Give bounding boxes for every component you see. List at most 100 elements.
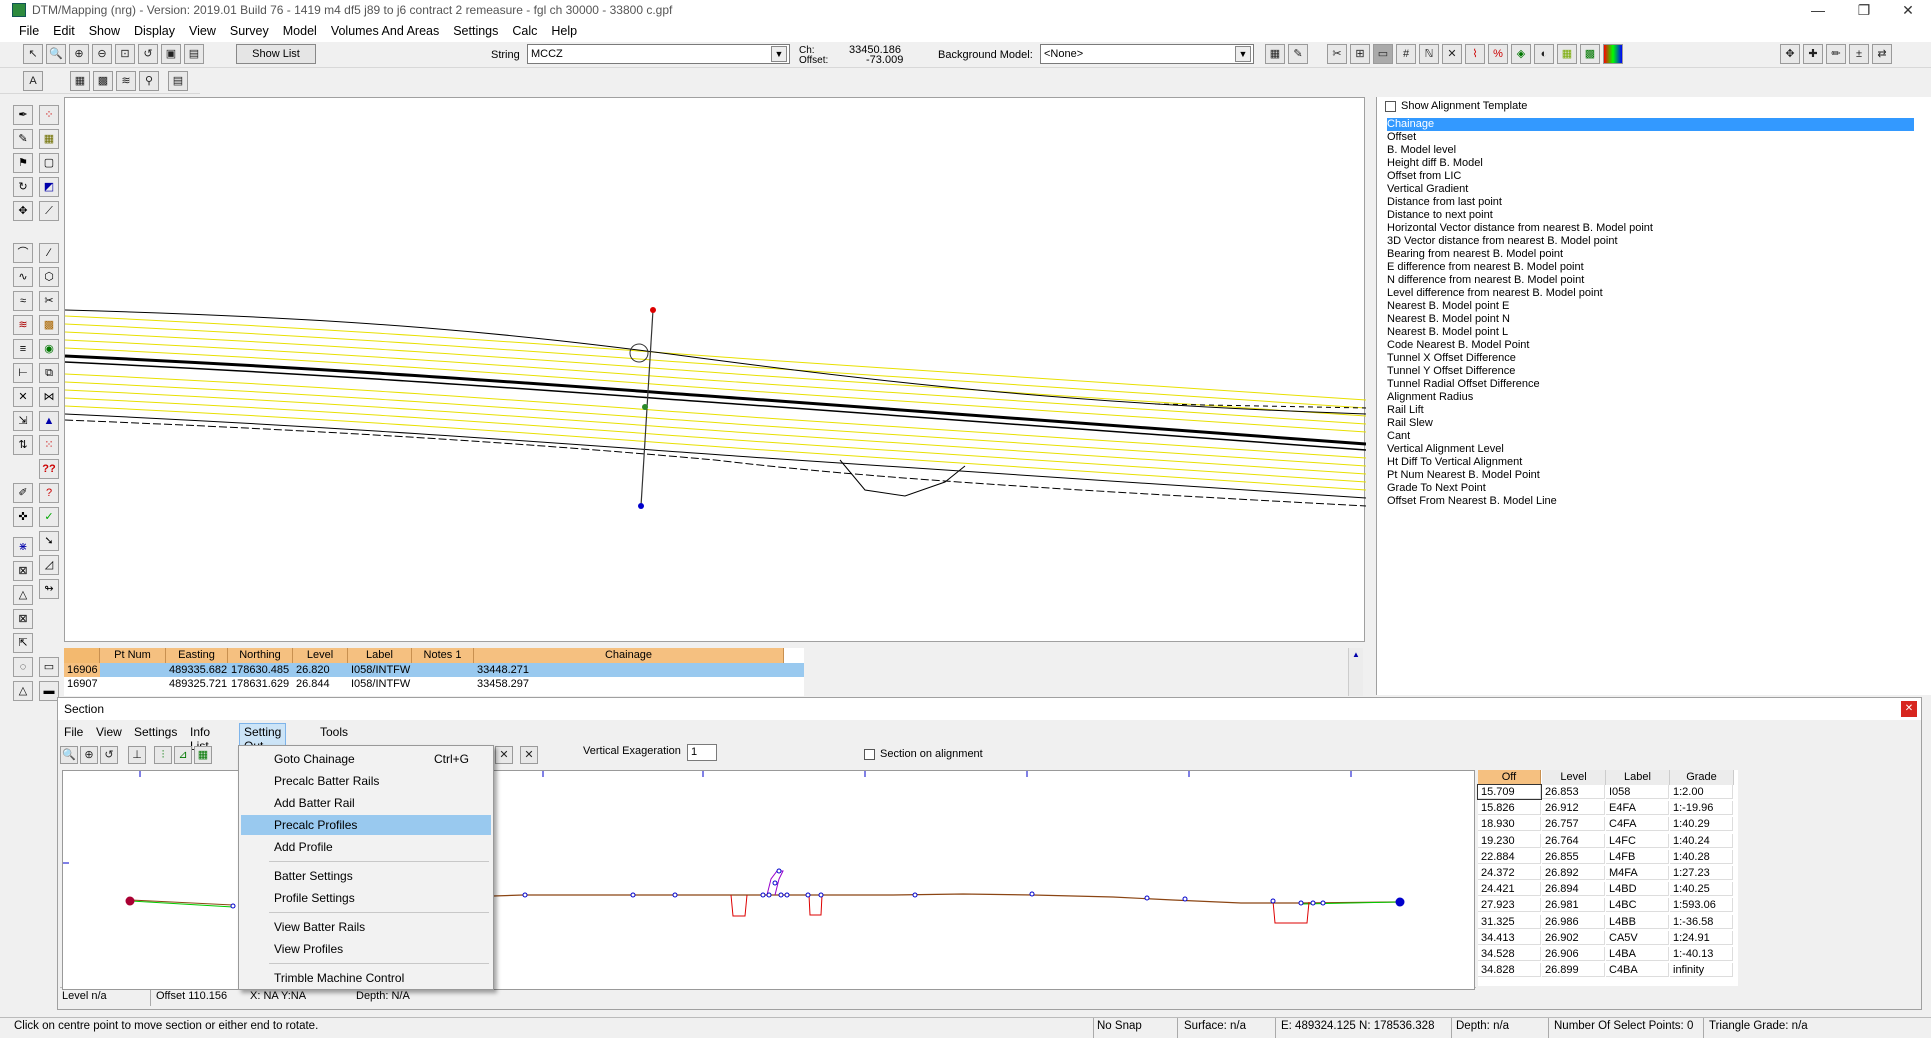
model-tool-icon[interactable]: ✎ <box>1288 44 1308 64</box>
menu-precalc-profiles[interactable]: Precalc Profiles <box>241 815 491 835</box>
points-red-icon[interactable]: ⁙ <box>39 435 59 455</box>
info-list-item[interactable]: Vertical Alignment Level <box>1387 443 1504 456</box>
menu-help[interactable]: Help <box>544 22 584 40</box>
marker-icon[interactable]: ⚲ <box>139 71 159 91</box>
table-row[interactable]: 31.325 26.986 L4BB 1:-36.58 <box>1478 914 1734 930</box>
wave-tool-icon[interactable]: ≈ <box>13 291 33 311</box>
tool-icon-15[interactable]: ± <box>1849 44 1869 64</box>
measure-tool-icon[interactable]: ⊢ <box>13 363 33 383</box>
info-list-item[interactable]: N difference from nearest B. Model point <box>1387 274 1584 287</box>
redraw-icon[interactable]: ▤ <box>184 44 204 64</box>
table-row[interactable]: 15.709 26.853 I058 1:2.00 <box>1477 784 1734 800</box>
menu-view-batter-rails[interactable]: View Batter Rails <box>241 917 491 937</box>
info-list-item[interactable]: Vertical Gradient <box>1387 183 1468 196</box>
net-tool-icon[interactable]: ⋇ <box>13 537 33 557</box>
mesh-tool-icon[interactable]: ⊠ <box>13 561 33 581</box>
section-menu-settings[interactable]: Settings <box>134 725 177 739</box>
stack-tool-icon[interactable]: ⧉ <box>39 363 59 383</box>
delta-tool-icon[interactable]: △ <box>13 585 33 605</box>
profile-tool-icon[interactable]: ⫶ <box>154 746 172 764</box>
menu-batter-settings[interactable]: Batter Settings <box>241 866 491 886</box>
lasso-tool-icon[interactable]: ◌ <box>13 657 33 677</box>
table-row[interactable]: 24.421 26.894 L4BD 1:40.25 <box>1478 882 1734 897</box>
zoom-extents-icon[interactable]: ↺ <box>100 746 118 764</box>
menu-calc[interactable]: Calc <box>505 22 544 40</box>
menu-view-profiles[interactable]: View Profiles <box>241 939 491 959</box>
network-tool-icon[interactable]: ⋈ <box>39 387 59 407</box>
menu-edit[interactable]: Edit <box>46 22 82 40</box>
box-tool-icon[interactable]: ▢ <box>39 153 59 173</box>
info-list-item[interactable]: Code Nearest B. Model Point <box>1387 339 1529 352</box>
table-row[interactable]: 34.528 26.906 L4BA 1:-40.13 <box>1478 947 1734 962</box>
background-model-select[interactable]: <None> ▼ <box>1040 44 1254 64</box>
col-level[interactable]: Level <box>293 648 348 663</box>
info-list-item[interactable]: Distance from last point <box>1387 196 1502 209</box>
menu-model[interactable]: Model <box>276 22 324 40</box>
document-icon[interactable]: ▭ <box>39 657 59 677</box>
folder-icon[interactable]: ▬ <box>39 681 59 701</box>
menu-precalc-batter-rails[interactable]: Precalc Batter Rails <box>241 771 491 791</box>
table-row[interactable]: 15.826 26.912 E4FA 1:-19.96 <box>1478 801 1734 816</box>
col-grade[interactable]: Grade <box>1670 770 1734 785</box>
tool-icon-10[interactable]: ◐ <box>1534 44 1554 64</box>
menu-trimble-machine-control[interactable]: Trimble Machine Control <box>241 968 491 988</box>
sort-tool-icon[interactable]: ⇅ <box>13 435 33 455</box>
cross-tool-icon[interactable]: ✕ <box>495 746 513 764</box>
tool-icon-4[interactable]: # <box>1396 44 1416 64</box>
tool-icon-7[interactable]: ⌇ <box>1465 44 1485 64</box>
green-tool-icon[interactable]: ◉ <box>39 339 59 359</box>
menu-volumes-and-areas[interactable]: Volumes And Areas <box>324 22 446 40</box>
col-label[interactable]: Label <box>1606 770 1670 785</box>
table-row[interactable]: 27.923 26.981 L4BC 1:593.06 <box>1478 898 1734 913</box>
tool-icon-8[interactable]: % <box>1488 44 1508 64</box>
info-list-item[interactable]: Tunnel Y Offset Difference <box>1387 365 1515 378</box>
info-list-item[interactable]: Nearest B. Model point L <box>1387 326 1508 339</box>
tool-icon-6[interactable]: ✕ <box>1442 44 1462 64</box>
section-on-alignment-checkbox[interactable] <box>864 749 875 760</box>
info-list-item[interactable]: Horizontal Vector distance from nearest … <box>1387 222 1653 235</box>
section-menu-tools[interactable]: Tools <box>320 725 348 739</box>
info-list-item[interactable]: 3D Vector distance from nearest B. Model… <box>1387 235 1618 248</box>
window-copy-icon[interactable]: ▣ <box>161 44 181 64</box>
string-select[interactable]: MCCZ ▼ <box>527 44 790 64</box>
info-list-item[interactable]: Offset From Nearest B. Model Line <box>1387 495 1557 508</box>
contour-icon[interactable]: ≋ <box>116 71 136 91</box>
text-tool-icon[interactable]: A <box>23 71 43 91</box>
col-notes[interactable]: Notes 1 <box>412 648 474 663</box>
info-list-item[interactable]: Rail Lift <box>1387 404 1424 417</box>
menu-goto-chainage[interactable]: Goto Chainage Ctrl+G <box>241 749 491 769</box>
tool-icon-9[interactable]: ◈ <box>1511 44 1531 64</box>
table-row[interactable]: 24.372 26.892 M4FA 1:27.23 <box>1478 866 1734 881</box>
info-list-item[interactable]: Pt Num Nearest B. Model Point <box>1387 469 1540 482</box>
chevron-down-icon[interactable]: ▼ <box>1235 46 1251 62</box>
info-list-item[interactable]: Rail Slew <box>1387 417 1433 430</box>
slash-tool-icon[interactable]: ∕ <box>39 243 59 263</box>
info-list-item[interactable]: Height diff B. Model <box>1387 157 1483 170</box>
table-row[interactable]: 19.230 26.764 L4FC 1:40.24 <box>1478 833 1734 849</box>
tool-icon-11[interactable]: ▦ <box>1557 44 1577 64</box>
menu-add-batter-rail[interactable]: Add Batter Rail <box>241 793 491 813</box>
tool-icon-3[interactable]: ▭ <box>1373 44 1393 64</box>
info-list-item[interactable]: Level difference from nearest B. Model p… <box>1387 287 1603 300</box>
plan-view-canvas[interactable] <box>65 98 1366 643</box>
draw-tool-icon[interactable]: ✒ <box>13 105 33 125</box>
table-row[interactable]: 18.930 26.757 C4FA 1:40.29 <box>1478 817 1734 832</box>
tool-icon-16[interactable]: ⇄ <box>1872 44 1892 64</box>
info-list-item[interactable]: Ht Diff To Vertical Alignment <box>1387 456 1522 469</box>
info-list-item[interactable]: Tunnel Radial Offset Difference <box>1387 378 1540 391</box>
col-northing[interactable]: Northing <box>228 648 293 663</box>
brush-tool-icon[interactable]: ✐ <box>13 483 33 503</box>
info-list-item[interactable]: Grade To Next Point <box>1387 482 1486 495</box>
menu-display[interactable]: Display <box>127 22 182 40</box>
tool-icon-5[interactable]: ℕ <box>1419 44 1439 64</box>
info-list-item[interactable]: Distance to next point <box>1387 209 1493 222</box>
contour-red-icon[interactable]: ≋ <box>13 315 33 335</box>
pan-tool-icon[interactable]: ✜ <box>13 507 33 527</box>
info-list-item[interactable]: B. Model level <box>1387 144 1456 157</box>
blue-shape-icon[interactable]: ▲ <box>39 411 59 431</box>
chevron-down-icon[interactable]: ▼ <box>771 46 787 62</box>
table-scrollbar[interactable]: ▲ <box>1348 648 1363 696</box>
table-row[interactable]: 16906 489335.682 178630.485 26.820 I058/… <box>64 663 804 677</box>
move-tool-icon[interactable]: ✥ <box>13 201 33 221</box>
grid-icon[interactable]: ▦ <box>70 71 90 91</box>
